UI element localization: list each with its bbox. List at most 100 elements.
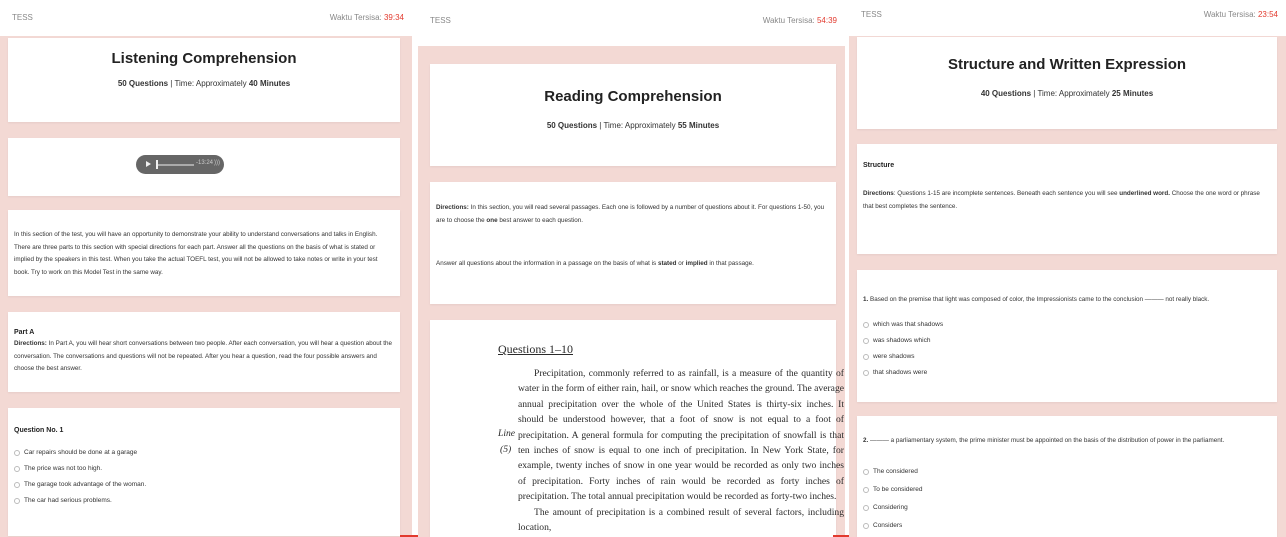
timer-label: Waktu Tersisa:: [762, 16, 815, 25]
directions-card: Structure Directions: Questions 1-15 are…: [857, 144, 1277, 254]
directions-text: Directions: In this section, you will re…: [436, 202, 830, 227]
section-header-card: Structure and Written Expression 40 Ques…: [857, 37, 1277, 129]
time-approx: | Time: Approximately: [1031, 89, 1112, 98]
volume-icon[interactable]: ))): [214, 160, 220, 166]
passage-body: Precipitation, commonly referred to as r…: [518, 366, 844, 535]
directions-card: Directions: In this section, you will re…: [430, 182, 836, 304]
section-title: Listening Comprehension: [111, 50, 297, 67]
radio-button[interactable]: [863, 321, 869, 328]
passage-heading: Questions 1–10: [498, 342, 573, 356]
answer-option[interactable]: To be considered: [863, 486, 923, 493]
answer-option[interactable]: The price was not too high.: [14, 465, 102, 472]
directions-emphasis: underlined word.: [1119, 190, 1170, 197]
option-label: which was that shadows: [873, 321, 944, 328]
option-label: The car had serious problems.: [24, 497, 112, 504]
answer-option[interactable]: The garage took advantage of the woman.: [14, 481, 146, 488]
question-card: 1. Based on the premise that light was c…: [857, 270, 1277, 402]
question-card: 2. ——— a parliamentary system, the prime…: [857, 416, 1277, 537]
question-heading: Question No. 1: [14, 427, 64, 434]
timer-value: 54:39: [816, 16, 837, 25]
question-text: 1. Based on the premise that light was c…: [863, 294, 1271, 307]
question-count: 40 Questions: [980, 89, 1032, 98]
section-title: Structure and Written Expression: [947, 56, 1187, 73]
answer-instructions: Answer all questions about the informati…: [436, 258, 830, 271]
answer-option[interactable]: which was that shadows: [863, 321, 943, 328]
option-label: was shadows which: [873, 337, 931, 344]
question-count: 50 Questions: [546, 121, 598, 130]
section-meta: 50 Questions | Time: Approximately 55 Mi…: [430, 121, 836, 130]
line-label: Line: [498, 428, 516, 439]
timer-label: Waktu Tersisa:: [329, 13, 382, 22]
audio-seek-bar[interactable]: [158, 164, 194, 166]
instructions-emphasis: stated: [657, 260, 677, 267]
answer-option[interactable]: The car had serious problems.: [14, 497, 112, 504]
question-count: 50 Questions: [117, 79, 169, 88]
radio-button[interactable]: [863, 369, 869, 376]
directions-emphasis: one: [486, 216, 498, 224]
radio-button[interactable]: [863, 522, 869, 529]
time-remaining: Waktu Tersisa: 54:39: [763, 16, 837, 25]
top-bar: TESS Waktu Tersisa: 54:39: [418, 0, 845, 46]
answer-option[interactable]: Considers: [863, 522, 902, 529]
question-stem: ——— a parliamentary system, the prime mi…: [870, 437, 1225, 444]
audio-time: -13:24: [196, 160, 214, 166]
answer-option[interactable]: Considering: [863, 504, 908, 511]
question-card: Question No. 1 Car repairs should be don…: [8, 408, 400, 536]
directions-part: best answer to each question.: [497, 216, 584, 224]
question-number: 1.: [863, 296, 869, 303]
answer-option[interactable]: that shadows were: [863, 369, 927, 376]
listening-panel: TESS Waktu Tersisa: 39:34 Listening Comp…: [0, 0, 412, 537]
time-approx: | Time: Approximately: [597, 121, 678, 130]
radio-button[interactable]: [863, 337, 869, 344]
part-a-card: Part A Directions: In Part A, you will h…: [8, 312, 400, 392]
duration: 55 Minutes: [677, 121, 720, 130]
option-label: that shadows were: [873, 369, 928, 376]
directions-label: Directions:: [436, 204, 469, 211]
line-number: (5): [500, 444, 512, 455]
passage-card: Questions 1–10 Line (5) Precipitation, c…: [430, 320, 844, 537]
option-label: The garage took advantage of the woman.: [24, 481, 147, 488]
section-header-card: Reading Comprehension 50 Questions | Tim…: [430, 64, 836, 166]
option-label: The considered: [873, 468, 918, 475]
answer-option[interactable]: were shadows: [863, 353, 915, 360]
option-label: Considering: [873, 504, 908, 511]
radio-button[interactable]: [14, 481, 20, 488]
answer-option[interactable]: The considered: [863, 468, 918, 475]
answer-option[interactable]: Car repairs should be done at a garage: [14, 449, 137, 456]
radio-button[interactable]: [14, 497, 20, 504]
top-bar: TESS Waktu Tersisa: 23:54: [849, 0, 1286, 36]
time-remaining: Waktu Tersisa: 23:54: [1204, 10, 1278, 19]
brand-label: TESS: [430, 16, 451, 25]
radio-button[interactable]: [14, 465, 20, 472]
radio-button[interactable]: [863, 486, 869, 493]
duration: 25 Minutes: [1111, 89, 1154, 98]
radio-button[interactable]: [863, 504, 869, 511]
option-label: To be considered: [873, 486, 923, 493]
instructions-part: in that passage.: [707, 260, 754, 267]
radio-button[interactable]: [863, 353, 869, 360]
radio-button[interactable]: [14, 449, 20, 456]
directions-label: Directions:: [14, 340, 47, 347]
instructions-part: Answer all questions about the informati…: [436, 260, 658, 267]
option-label: Considers: [873, 522, 903, 529]
question-number: 2.: [863, 437, 869, 444]
timer-value: 23:54: [1257, 10, 1278, 19]
passage-paragraph: The amount of precipitation is a combine…: [518, 506, 844, 534]
structure-panel: TESS Waktu Tersisa: 23:54 Structure and …: [849, 0, 1286, 537]
timer-value: 39:34: [383, 13, 404, 22]
answer-option[interactable]: was shadows which: [863, 337, 930, 344]
instructions-emphasis: implied: [685, 260, 708, 267]
section-meta: 40 Questions | Time: Approximately 25 Mi…: [857, 89, 1277, 98]
brand-label: TESS: [12, 13, 33, 22]
audio-player[interactable]: -13:24 ))): [136, 155, 224, 174]
seek-handle[interactable]: [156, 160, 158, 169]
radio-button[interactable]: [863, 468, 869, 475]
intro-card: In this section of the test, you will ha…: [8, 210, 400, 296]
play-icon[interactable]: [146, 161, 151, 167]
option-label: Car repairs should be done at a garage: [24, 449, 138, 456]
part-heading: Part A: [14, 329, 35, 336]
question-stem: Based on the premise that light was comp…: [870, 296, 1210, 303]
directions-part: : Questions 1-15 are incomplete sentence…: [893, 190, 1120, 197]
reading-panel: TESS Waktu Tersisa: 54:39 Reading Compre…: [418, 0, 845, 537]
part-directions: Directions: In Part A, you will hear sho…: [14, 338, 394, 376]
